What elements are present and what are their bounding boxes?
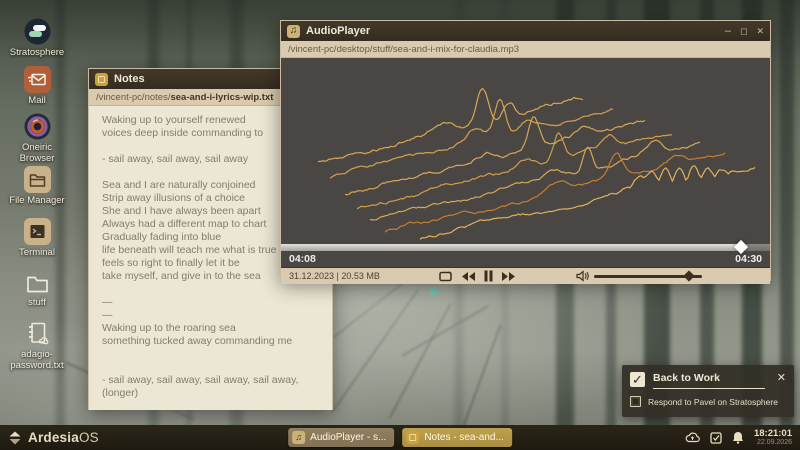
close-icon[interactable]: ✕	[777, 372, 786, 385]
audioplayer-app-icon: ♫	[287, 25, 300, 38]
rewind-icon[interactable]	[461, 271, 475, 282]
taskbar-item-label: AudioPlayer - s...	[310, 432, 386, 443]
window-controls: – ◻ ✕	[725, 26, 764, 36]
cloud-sync-icon[interactable]	[685, 432, 700, 443]
clock-time: 18:21:01	[754, 429, 792, 438]
taskbar-item-audioplayer[interactable]: ♫ AudioPlayer - s...	[288, 428, 394, 447]
folder-icon	[25, 272, 50, 295]
notes-path-prefix: /vincent-pc/notes/	[96, 92, 170, 103]
seek-bar-played	[281, 244, 741, 251]
desktop-icon-label: Mail	[28, 96, 45, 107]
desktop-icon-mail[interactable]: Mail	[6, 66, 68, 107]
os-menu[interactable]: ArdesiaOS	[8, 430, 99, 445]
terminal-icon	[24, 218, 51, 245]
ardesia-logo-icon	[8, 431, 22, 445]
audioplayer-titlebar[interactable]: ♫ AudioPlayer – ◻ ✕	[281, 21, 770, 41]
speaker-icon[interactable]	[576, 270, 589, 282]
notifications-bell-icon[interactable]	[732, 431, 744, 444]
close-button[interactable]: ✕	[756, 26, 764, 36]
desktop-icon-label: File Manager	[9, 196, 65, 207]
file-manager-icon	[24, 166, 51, 193]
clock-date: 22.09.2026	[754, 438, 792, 447]
notes-task-icon	[406, 431, 419, 444]
todo-label[interactable]: Respond to Pavel on Stratosphere	[648, 397, 778, 407]
checkbox-unchecked[interactable]	[630, 396, 641, 407]
oneiric-browser-icon	[24, 113, 51, 140]
waveform-ridgelines	[281, 58, 770, 244]
desktop-icon-stratosphere[interactable]: Stratosphere	[6, 18, 68, 59]
desktop-icon-label: adagio-password.txt	[8, 350, 66, 371]
playback-control-bar: 31.12.2023 | 20.53 MB	[281, 267, 770, 284]
audioplayer-window: ♫ AudioPlayer – ◻ ✕ /vincent-pc/desktop/…	[280, 20, 771, 281]
desktop-icon-label: Oneiric Browser	[10, 143, 64, 164]
taskbar-tasks: ♫ AudioPlayer - s... Notes - sea-and...	[288, 425, 512, 450]
desktop-icon-label: stuff	[28, 298, 46, 309]
desktop-icon-label: Stratosphere	[10, 48, 64, 59]
minimize-button[interactable]: –	[725, 26, 731, 36]
notebook-file-icon	[24, 320, 50, 347]
transport-controls	[439, 270, 516, 282]
stratosphere-icon	[24, 18, 51, 45]
taskbar-tray: 18:21:01 22.09.2026	[685, 429, 792, 447]
desktop-icon-adagio-password[interactable]: adagio-password.txt	[6, 320, 68, 371]
desktop-icon-file-manager[interactable]: File Manager	[6, 166, 68, 207]
desktop-icon-oneiric-browser[interactable]: Oneiric Browser	[6, 113, 68, 164]
tasks-tray-icon[interactable]	[710, 432, 722, 444]
audioplayer-window-title: AudioPlayer	[306, 25, 719, 37]
mail-icon	[24, 66, 51, 93]
audioplayer-path-bar: /vincent-pc/desktop/stuff/sea-and-i-mix-…	[281, 41, 770, 58]
elapsed-time: 04:08	[289, 253, 316, 265]
taskbar-item-notes[interactable]: Notes - sea-and...	[402, 428, 511, 447]
total-duration: 04:30	[735, 253, 762, 265]
taskbar: ArdesiaOS ♫ AudioPlayer - s... Notes - s…	[0, 425, 800, 450]
pause-icon[interactable]	[484, 270, 493, 282]
taskbar-item-label: Notes - sea-and...	[424, 432, 503, 443]
audioplayer-task-icon: ♫	[292, 431, 305, 444]
clock[interactable]: 18:21:01 22.09.2026	[754, 429, 792, 447]
file-info: 31.12.2023 | 20.53 MB	[289, 271, 380, 281]
todo-label[interactable]: Back to Work	[653, 372, 765, 389]
time-row: 04:08 04:30	[281, 251, 770, 267]
volume-slider[interactable]	[594, 275, 702, 278]
audioplayer-path: /vincent-pc/desktop/stuff/sea-and-i-mix-…	[288, 44, 519, 55]
os-wordmark-light: OS	[79, 430, 99, 445]
volume-knob[interactable]	[683, 270, 694, 281]
teal-glow-dot	[430, 288, 437, 295]
todo-panel: ✓ Back to Work ✕ Respond to Pavel on Str…	[622, 365, 794, 417]
todo-item-back-to-work: ✓ Back to Work ✕	[630, 372, 786, 389]
os-wordmark-bold: Ardesia	[28, 430, 79, 445]
desktop-icon-stuff-folder[interactable]: stuff	[6, 272, 68, 309]
todo-item-respond-pavel: Respond to Pavel on Stratosphere	[630, 396, 786, 407]
checkbox-checked[interactable]: ✓	[630, 372, 645, 387]
os-wordmark: ArdesiaOS	[28, 430, 99, 445]
notes-app-icon	[95, 73, 108, 86]
maximize-button[interactable]: ◻	[740, 26, 747, 36]
desktop-icon-terminal[interactable]: Terminal	[6, 218, 68, 259]
loop-icon[interactable]	[439, 271, 452, 282]
waveform-visualization	[281, 58, 770, 244]
fast-forward-icon[interactable]	[502, 271, 516, 282]
desktop-icon-label: Terminal	[19, 248, 55, 259]
notes-path-filename: sea-and-i-lyrics-wip.txt	[170, 92, 273, 103]
volume-controls	[576, 270, 702, 282]
seek-bar[interactable]	[281, 244, 770, 251]
